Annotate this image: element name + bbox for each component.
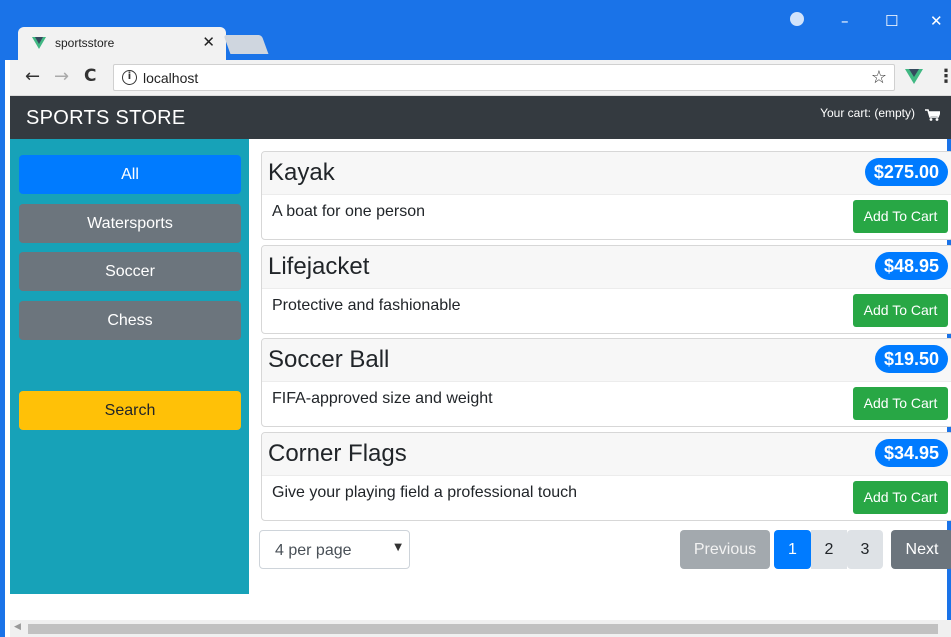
minimize-icon[interactable]: – bbox=[841, 12, 849, 30]
page-size-select[interactable]: 4 per page ▼ bbox=[259, 530, 410, 569]
maximize-icon[interactable]: ☐ bbox=[885, 12, 898, 30]
app-navbar: SPORTS STORE Your cart: (empty) bbox=[10, 96, 951, 139]
browser-toolbar: ← → C i localhost ☆ ⋮ bbox=[10, 60, 951, 96]
page-button-1[interactable]: 1 bbox=[774, 530, 811, 569]
horizontal-scrollbar[interactable]: ◀ bbox=[10, 620, 951, 637]
add-to-cart-button[interactable]: Add To Cart bbox=[853, 294, 948, 327]
product-card: Lifejacket $48.95 Protective and fashion… bbox=[261, 245, 951, 334]
product-name: Soccer Ball bbox=[268, 346, 390, 373]
info-icon[interactable]: i bbox=[122, 70, 137, 85]
previous-page-button[interactable]: Previous bbox=[680, 530, 770, 569]
vue-devtools-icon[interactable] bbox=[905, 67, 923, 85]
cart-icon[interactable] bbox=[925, 109, 940, 121]
add-to-cart-button[interactable]: Add To Cart bbox=[853, 387, 948, 420]
add-to-cart-button[interactable]: Add To Cart bbox=[853, 200, 948, 233]
scrollbar-thumb[interactable] bbox=[28, 624, 938, 634]
vue-logo-icon bbox=[32, 37, 46, 49]
product-name: Lifejacket bbox=[268, 253, 370, 280]
page-size-value: 4 per page bbox=[275, 542, 352, 559]
page-button-3[interactable]: 3 bbox=[847, 530, 883, 569]
browser-window: sportsstore ✕ – ☐ ✕ ← → C i localhost ☆ … bbox=[0, 0, 951, 637]
category-button-watersports[interactable]: Watersports bbox=[19, 204, 241, 243]
product-description: Protective and fashionable bbox=[272, 297, 461, 314]
profile-icon[interactable] bbox=[790, 12, 804, 26]
product-card: Soccer Ball $19.50 FIFA-approved size an… bbox=[261, 338, 951, 427]
new-tab-button[interactable] bbox=[223, 35, 269, 54]
price-badge: $48.95 bbox=[874, 252, 948, 280]
browser-tab[interactable]: sportsstore ✕ bbox=[18, 27, 226, 60]
product-card: Kayak $275.00 A boat for one person Add … bbox=[261, 151, 951, 240]
forward-icon[interactable]: → bbox=[54, 66, 69, 87]
page-button-2[interactable]: 2 bbox=[811, 530, 847, 569]
product-card-header: Corner Flags $34.95 bbox=[262, 433, 951, 476]
add-to-cart-button[interactable]: Add To Cart bbox=[853, 481, 948, 514]
category-button-soccer[interactable]: Soccer bbox=[19, 252, 241, 291]
cart-summary[interactable]: Your cart: (empty) bbox=[820, 106, 915, 120]
scroll-left-icon[interactable]: ◀ bbox=[14, 622, 21, 632]
price-badge: $275.00 bbox=[864, 158, 948, 186]
tab-title: sportsstore bbox=[55, 36, 115, 50]
product-card-header: Kayak $275.00 bbox=[262, 152, 951, 195]
url-text[interactable]: localhost bbox=[143, 70, 198, 86]
tab-close-icon[interactable]: ✕ bbox=[202, 33, 215, 51]
address-bar[interactable]: i localhost ☆ bbox=[113, 64, 895, 91]
category-button-chess[interactable]: Chess bbox=[19, 301, 241, 340]
browser-titlebar: sportsstore ✕ – ☐ ✕ bbox=[5, 0, 951, 60]
product-name: Kayak bbox=[268, 159, 335, 186]
product-description: FIFA-approved size and weight bbox=[272, 390, 493, 407]
bookmark-star-icon[interactable]: ☆ bbox=[871, 67, 887, 88]
category-sidebar: All Watersports Soccer Chess Search bbox=[10, 139, 249, 594]
price-badge: $34.95 bbox=[874, 439, 948, 467]
search-button[interactable]: Search bbox=[19, 391, 241, 430]
caret-down-icon: ▼ bbox=[394, 542, 402, 553]
price-badge: $19.50 bbox=[874, 345, 948, 373]
category-button-all[interactable]: All bbox=[19, 155, 241, 194]
product-description: Give your playing field a professional t… bbox=[272, 484, 578, 501]
next-page-button[interactable]: Next bbox=[891, 530, 951, 569]
product-description: A boat for one person bbox=[272, 203, 425, 220]
close-window-icon[interactable]: ✕ bbox=[930, 12, 943, 30]
product-name: Corner Flags bbox=[268, 440, 407, 467]
brand-title: SPORTS STORE bbox=[26, 107, 186, 129]
product-card: Corner Flags $34.95 Give your playing fi… bbox=[261, 432, 951, 521]
product-card-header: Lifejacket $48.95 bbox=[262, 246, 951, 289]
reload-icon[interactable]: C bbox=[84, 66, 96, 86]
browser-menu-icon[interactable]: ⋮ bbox=[937, 66, 951, 87]
product-card-header: Soccer Ball $19.50 bbox=[262, 339, 951, 382]
back-icon[interactable]: ← bbox=[25, 66, 40, 87]
